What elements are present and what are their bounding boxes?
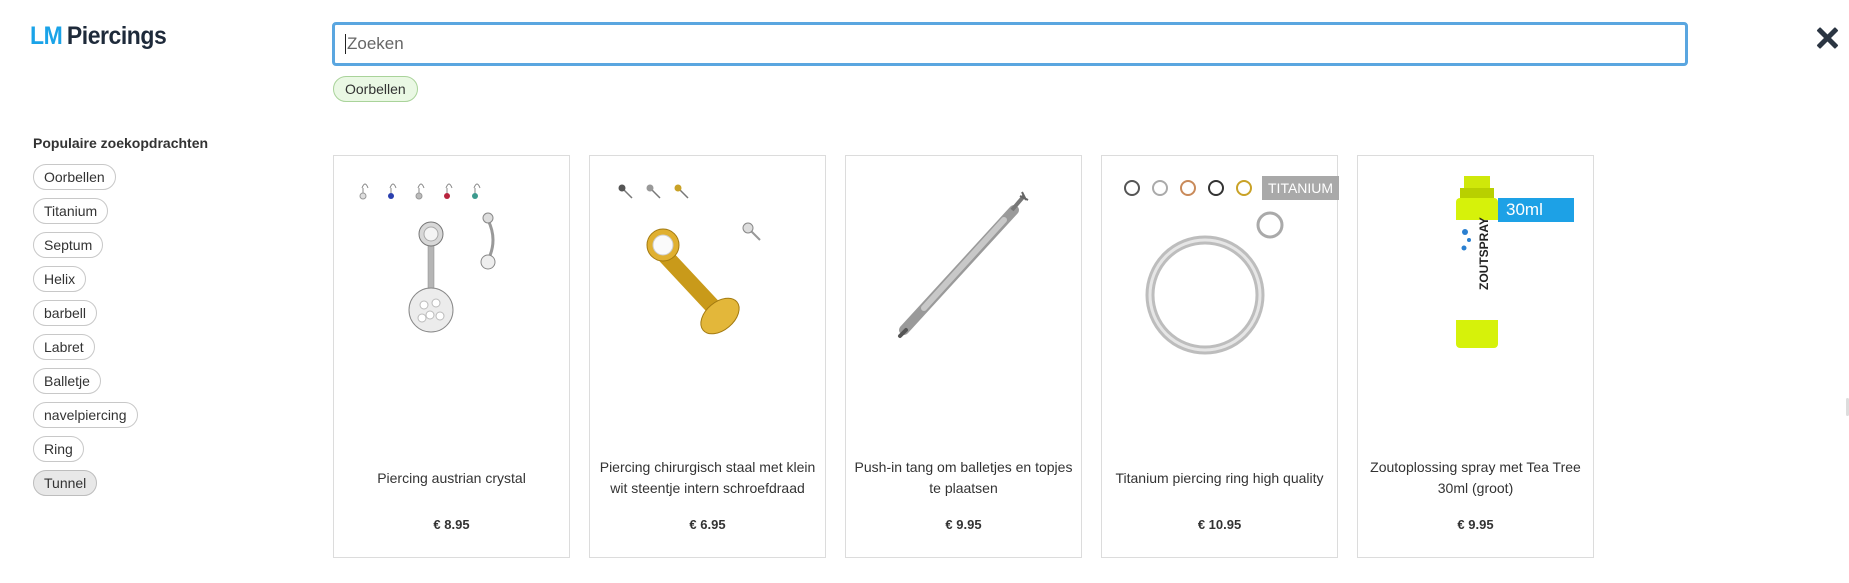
- product-name: Zoutoplossing spray met Tea Tree 30ml (g…: [1370, 459, 1581, 496]
- active-filter-chip[interactable]: Oorbellen: [333, 76, 418, 102]
- popular-chip-navelpiercing[interactable]: navelpiercing: [33, 402, 138, 428]
- popular-searches-title: Populaire zoekopdrachten: [33, 135, 209, 151]
- product-price: € 8.95: [433, 517, 470, 532]
- tool-image: [898, 191, 1029, 338]
- product-results: Piercing austrian crystal € 8.95 Piercin…: [333, 155, 1594, 558]
- bottle-label-text: ZOUTSPRAY: [1477, 217, 1491, 290]
- popular-chip-tunnel[interactable]: Tunnel: [33, 470, 98, 496]
- product-card[interactable]: TITANIUM Titanium piercing ring high qua…: [1101, 155, 1340, 558]
- search-field[interactable]: [332, 22, 1688, 66]
- product-price: € 9.95: [945, 517, 982, 532]
- product-card[interactable]: Push-in tang om balletjes en topjes te p…: [845, 155, 1082, 558]
- labret-stud-image: [618, 184, 761, 335]
- product-name: Titanium piercing ring high quality: [1115, 469, 1324, 486]
- popular-searches-list: Oorbellen Titanium Septum Helix barbell …: [33, 164, 138, 496]
- titanium-badge: TITANIUM: [1262, 176, 1340, 200]
- close-icon[interactable]: [1813, 24, 1841, 52]
- product-name: Push-in tang om balletjes en topjes te p…: [854, 459, 1073, 496]
- product-price: € 6.95: [689, 517, 726, 532]
- volume-badge: 30ml: [1498, 198, 1574, 222]
- popular-chip-helix[interactable]: Helix: [33, 266, 87, 292]
- logo-lm: LM: [30, 22, 63, 50]
- product-card[interactable]: Piercing austrian crystal € 8.95: [333, 155, 570, 558]
- popular-chip-barbell[interactable]: barbell: [33, 300, 98, 326]
- product-price: € 9.95: [1457, 517, 1494, 532]
- product-price: € 10.95: [1197, 517, 1242, 532]
- site-logo[interactable]: LM Piercings: [30, 22, 167, 51]
- product-card[interactable]: Piercing chirurgisch staal met klein wit…: [589, 155, 826, 558]
- popular-chip-labret[interactable]: Labret: [33, 334, 95, 360]
- search-input[interactable]: [347, 34, 1685, 54]
- popular-chip-titanium[interactable]: Titanium: [33, 198, 109, 224]
- product-card[interactable]: ZOUTSPRAY 30ml Zoutoplossing spray met T…: [1357, 155, 1594, 558]
- popular-chip-ring[interactable]: Ring: [33, 436, 84, 462]
- popular-chip-balletje[interactable]: Balletje: [33, 368, 101, 394]
- product-name: Piercing chirurgisch staal met klein wit…: [599, 459, 816, 496]
- logo-piercings: Piercings: [66, 22, 167, 50]
- text-caret: [345, 34, 346, 54]
- belly-piercing-image: [359, 183, 496, 333]
- popular-chip-septum[interactable]: Septum: [33, 232, 104, 258]
- product-name: Piercing austrian crystal: [377, 469, 526, 486]
- ring-image: [1124, 180, 1284, 355]
- popular-chip-oorbellen[interactable]: Oorbellen: [33, 164, 116, 190]
